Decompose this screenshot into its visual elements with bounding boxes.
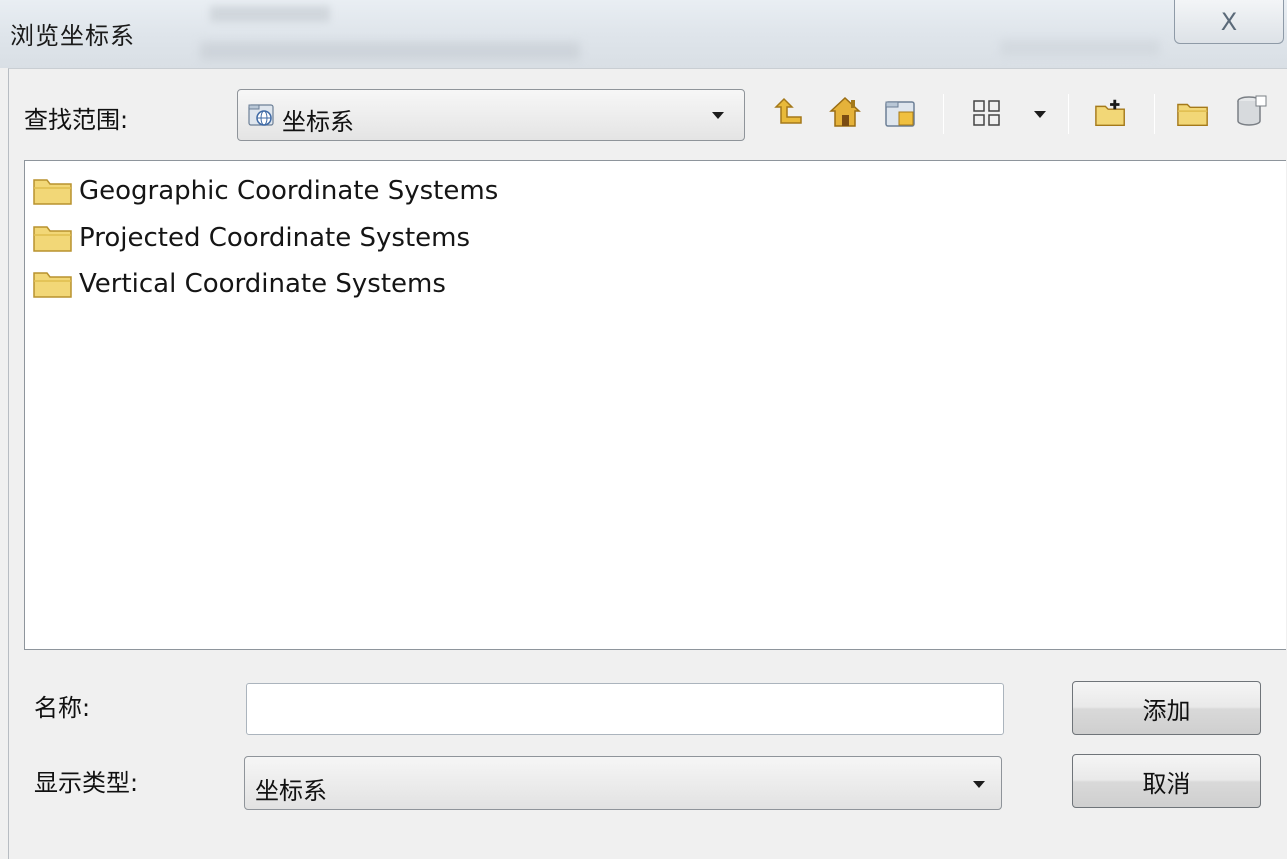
up-one-level-icon[interactable] [772,96,806,130]
add-button[interactable]: 添加 [1072,681,1261,735]
chevron-down-icon [973,781,985,788]
folder-icon[interactable] [1176,96,1210,130]
toolbar-separator [943,94,944,134]
background-blur [210,6,330,22]
close-icon: X [1220,7,1238,36]
home-icon[interactable] [828,95,862,129]
list-item-label: Geographic Coordinate Systems [79,176,499,206]
title-bar[interactable]: 浏览坐标系 X [0,0,1287,68]
display-type-dropdown[interactable]: 坐标系 [244,756,1002,810]
database-icon[interactable] [1234,94,1268,128]
folder-icon [33,226,72,252]
list-item[interactable]: Geographic Coordinate Systems [33,171,498,211]
list-item-label: Projected Coordinate Systems [79,223,471,253]
folder-icon [33,272,72,298]
lookin-dropdown[interactable]: 坐标系 [237,89,745,141]
background-blur [200,42,580,60]
toolbar-separator [1154,94,1155,134]
lookin-value: 坐标系 [282,108,354,136]
list-item[interactable]: Projected Coordinate Systems [33,218,470,258]
close-button[interactable]: X [1174,0,1284,44]
lookin-label: 查找范围: [24,106,129,134]
list-item-label: Vertical Coordinate Systems [79,269,446,299]
folder-icon [33,179,72,205]
cancel-button[interactable]: 取消 [1072,754,1261,808]
new-folder-icon[interactable] [1094,96,1128,130]
view-dropdown-icon[interactable] [1034,111,1046,118]
name-input[interactable] [246,683,1004,735]
chevron-down-icon [712,112,724,119]
display-type-value: 坐标系 [255,777,327,805]
dialog-window: 浏览坐标系 X 查找范围: 坐标系 Geographic Coordinate … [0,0,1287,859]
display-type-label: 显示类型: [34,769,139,797]
dialog-title: 浏览坐标系 [10,22,135,50]
view-toggle-icon[interactable] [970,96,1004,130]
name-label: 名称: [34,694,91,722]
list-item[interactable]: Vertical Coordinate Systems [33,264,446,304]
connect-folder-icon[interactable] [884,96,918,130]
file-list[interactable]: Geographic Coordinate Systems Projected … [24,160,1286,650]
background-blur [1000,40,1160,56]
coordinate-folder-icon [248,104,274,126]
toolbar-separator [1068,94,1069,134]
